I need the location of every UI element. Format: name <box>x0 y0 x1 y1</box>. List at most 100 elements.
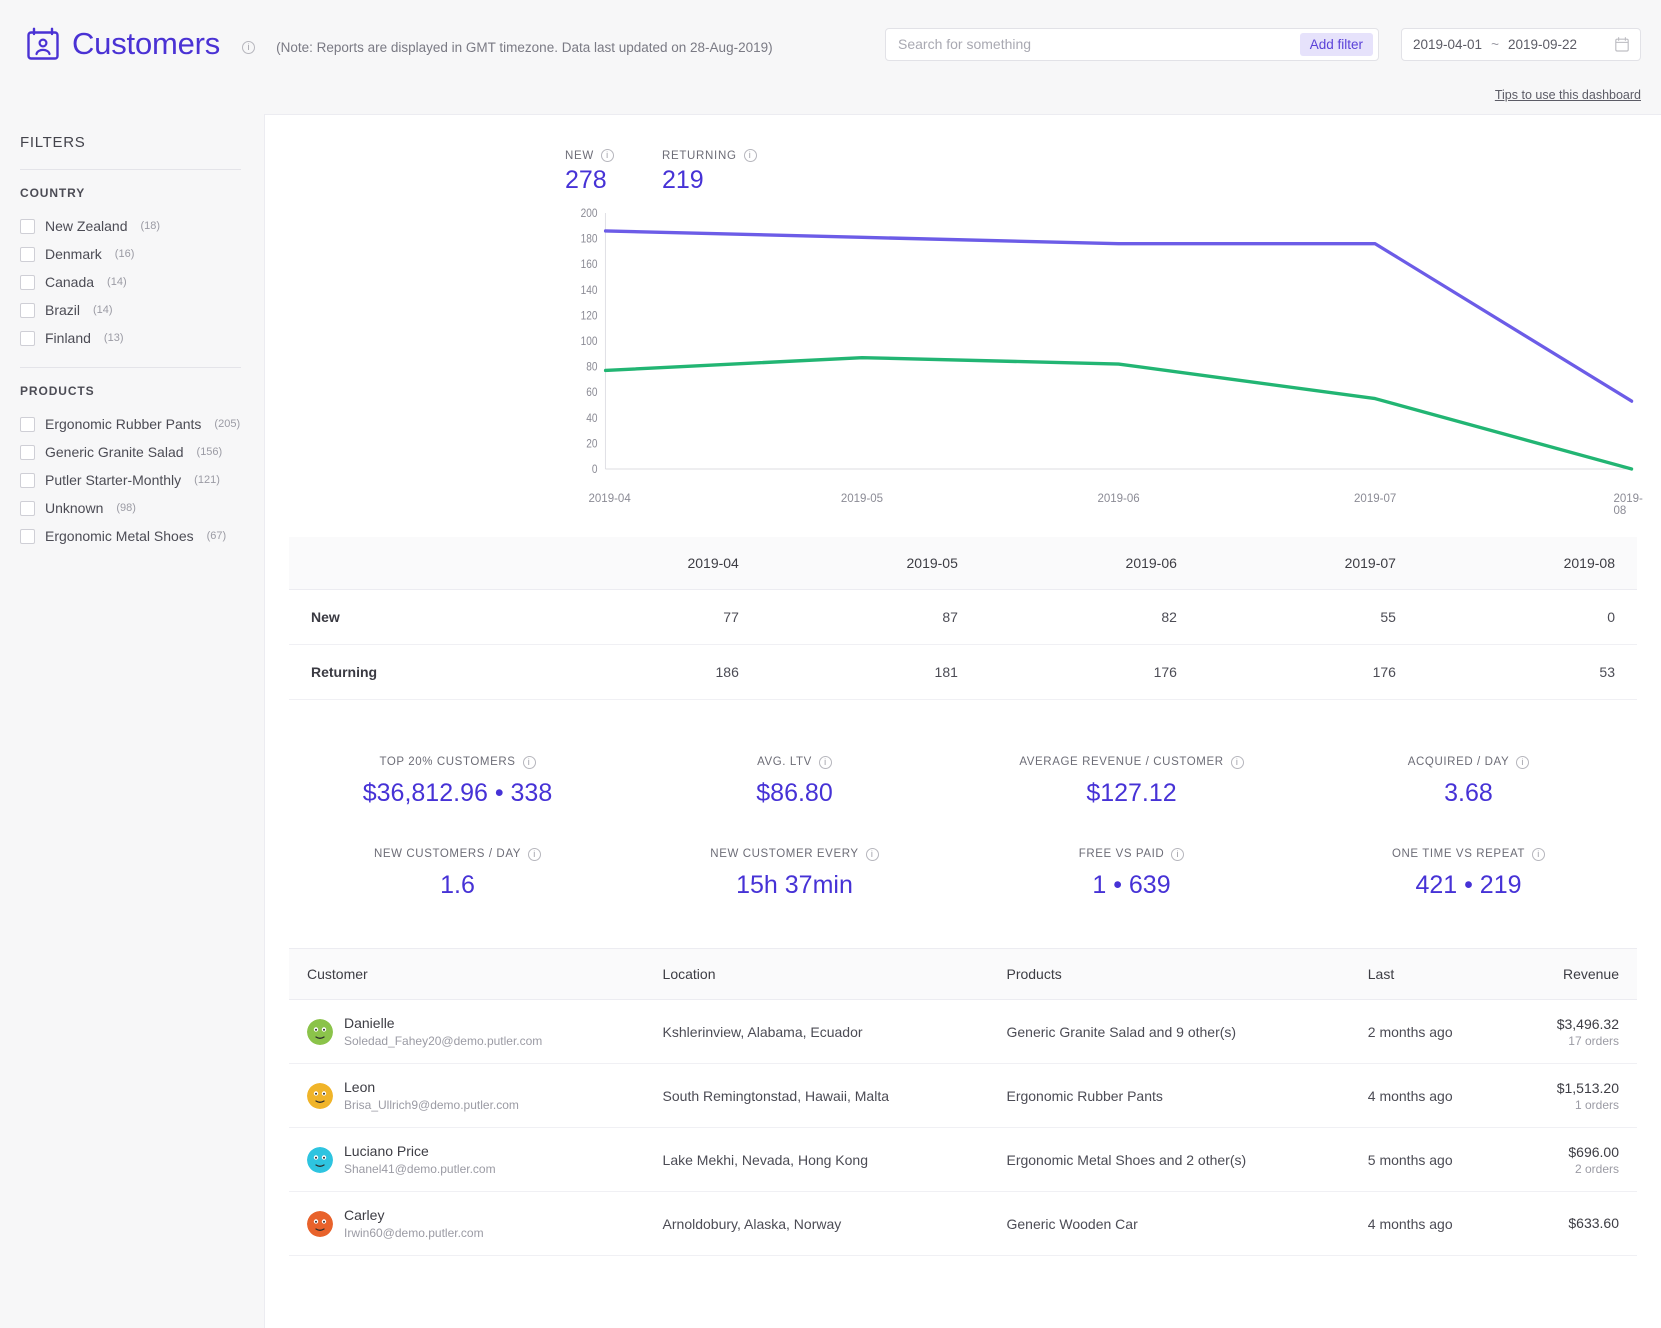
table-row[interactable]: Danielle Soledad_Fahey20@demo.putler.com K… <box>289 999 1637 1065</box>
calendar-icon[interactable] <box>1615 36 1629 52</box>
customer-email: Brisa_Ullrich9@demo.putler.com <box>344 1097 519 1112</box>
customers-col-header[interactable]: Last <box>1349 948 1509 1000</box>
info-icon[interactable]: i <box>528 847 542 861</box>
facet-item-count: (16) <box>114 248 135 260</box>
info-icon[interactable]: i <box>600 149 614 162</box>
facet-item-label: Generic Granite Salad <box>45 444 184 460</box>
facet-title: COUNTRY <box>20 186 86 200</box>
kpi-returning-label-row: RETURNING i <box>662 149 757 162</box>
customer-identity: Danielle Soledad_Fahey20@demo.putler.com <box>307 1014 627 1049</box>
svg-text:100: 100 <box>581 335 598 348</box>
info-icon[interactable]: i <box>1532 847 1546 861</box>
info-icon[interactable]: i <box>522 755 536 769</box>
info-icon[interactable]: i <box>1230 755 1244 769</box>
date-separator: ~ <box>1491 36 1499 52</box>
kpi-grid: TOP 20% CUSTOMERS i $36,812.96 • 338 AVG. L… <box>289 738 1637 922</box>
x-tick-label: 2019-08 <box>1613 493 1643 517</box>
month-cell: 53 <box>1417 644 1637 700</box>
customers-col-header[interactable]: Customer <box>289 948 645 1000</box>
month-cell: 0 <box>1417 589 1637 645</box>
info-icon[interactable]: i <box>865 847 879 861</box>
kpi-card-free-vs-paid: FREE VS PAID i 1 • 639 <box>963 830 1300 922</box>
table-row[interactable]: Luciano Price Shanel41@demo.putler.com Lak… <box>289 1127 1637 1193</box>
kpi-label: FREE VS PAID <box>1078 848 1165 860</box>
checkbox[interactable] <box>20 218 35 234</box>
date-start[interactable]: 2019-04-01 <box>1413 37 1482 52</box>
kpi-label-row: NEW CUSTOMER EVERY i <box>710 847 879 861</box>
customer-text: Leon Brisa_Ullrich9@demo.putler.com <box>344 1078 519 1113</box>
brand: Customers i (Note: Reports are displayed… <box>26 26 773 62</box>
checkbox[interactable] <box>20 528 35 544</box>
add-filter-button[interactable]: Add filter <box>1299 32 1373 56</box>
customer-products: Ergonomic Metal Shoes and 2 other(s) <box>988 1127 1350 1193</box>
facet-item-finland[interactable]: Finland (13) <box>20 324 241 352</box>
info-icon[interactable]: i <box>743 149 757 162</box>
timezone-note: (Note: Reports are displayed in GMT time… <box>276 40 773 55</box>
facet-item-unknown[interactable]: Unknown (98) <box>20 494 241 522</box>
kpi-label-row: ONE TIME VS REPEAT i <box>1392 847 1546 861</box>
facet-item-brazil[interactable]: Brazil (14) <box>20 296 241 324</box>
search-box[interactable]: Add filter <box>885 27 1379 61</box>
customer-text: Luciano Price Shanel41@demo.putler.com <box>344 1142 496 1177</box>
info-icon[interactable]: i <box>242 40 256 54</box>
info-icon[interactable]: i <box>818 755 832 769</box>
line-chart[interactable]: 0 20 40 60 80 100 120 140 160 180 200 <box>565 203 1637 493</box>
svg-text:160: 160 <box>581 259 598 272</box>
svg-text:200: 200 <box>581 207 598 220</box>
kpi-label-row: FREE VS PAID i <box>1078 847 1185 861</box>
date-range-picker[interactable]: 2019-04-01 ~ 2019-09-22 <box>1401 27 1641 61</box>
customers-col-header[interactable]: Products <box>988 948 1350 1000</box>
svg-text:180: 180 <box>581 233 598 246</box>
customers-col-header[interactable]: Location <box>644 948 989 1000</box>
kpi-value: 1.6 <box>440 871 475 899</box>
facet-item-count: (98) <box>116 502 136 514</box>
kpi-label: ACQUIRED / DAY <box>1407 756 1510 768</box>
page-body: FILTERS COUNTRY New Zealand (18) Denmark (16… <box>0 114 1661 1328</box>
checkbox[interactable] <box>20 330 35 346</box>
kpi-returning-value: 219 <box>661 166 704 194</box>
info-icon[interactable]: i <box>1516 755 1530 769</box>
checkbox[interactable] <box>20 416 35 432</box>
x-tick-label: 2019-06 <box>1097 493 1140 505</box>
facet-item-new-zealand[interactable]: New Zealand (18) <box>20 212 241 240</box>
checkbox[interactable] <box>20 500 35 516</box>
facet-item-generic-granite-salad[interactable]: Generic Granite Salad (156) <box>20 438 241 466</box>
checkbox[interactable] <box>20 246 35 262</box>
date-end[interactable]: 2019-09-22 <box>1508 37 1577 52</box>
kpi-value: 3.68 <box>1444 779 1493 807</box>
kpi-label: NEW CUSTOMERS / DAY <box>373 848 522 860</box>
customers-table-body: Danielle Soledad_Fahey20@demo.putler.com K… <box>289 999 1637 1257</box>
checkbox[interactable] <box>20 274 35 290</box>
facet-item-label: Ergonomic Metal Shoes <box>45 528 194 544</box>
facet-item-label: Finland <box>45 330 91 346</box>
facet-item-ergonomic-rubber-pants[interactable]: Ergonomic Rubber Pants (205) <box>20 410 241 438</box>
facet-item-label: Unknown <box>45 500 104 516</box>
kpi-new: NEW i 278 <box>565 149 614 195</box>
month-col-header: 2019-05 <box>760 537 980 590</box>
kpi-returning: RETURNING i 219 <box>662 149 757 195</box>
checkbox[interactable] <box>20 302 35 318</box>
chart-summary: NEW i 278 RETURNING i 219 <box>265 115 1661 195</box>
info-icon[interactable]: i <box>1171 847 1185 861</box>
kpi-card-avg-ltv: AVG. LTV i $86.80 <box>626 738 963 830</box>
customers-col-header[interactable]: Revenue <box>1508 948 1637 1000</box>
search-input[interactable] <box>898 36 1300 52</box>
facet-item-canada[interactable]: Canada (14) <box>20 268 241 296</box>
tips-link[interactable]: Tips to use this dashboard <box>1495 88 1641 114</box>
svg-text:40: 40 <box>586 412 597 425</box>
facet-item-putler-starter-monthly[interactable]: Putler Starter-Monthly (121) <box>20 466 241 494</box>
customer-revenue-cell: $1,513.20 1 orders <box>1508 1063 1637 1129</box>
kpi-label-row: AVG. LTV i <box>757 755 832 769</box>
kpi-new-value: 278 <box>565 166 607 194</box>
customer-location: Arnoldobury, Alaska, Norway <box>644 1191 989 1257</box>
checkbox[interactable] <box>20 444 35 460</box>
table-row[interactable]: Carley Irwin60@demo.putler.com Arnoldobury… <box>289 1191 1637 1257</box>
customer-name: Luciano Price <box>344 1143 429 1160</box>
facet-list: COUNTRY New Zealand (18) Denmark (16) Canada (… <box>20 170 241 550</box>
facet-item-denmark[interactable]: Denmark (16) <box>20 240 241 268</box>
table-row[interactable]: Leon Brisa_Ullrich9@demo.putler.com South … <box>289 1063 1637 1129</box>
checkbox[interactable] <box>20 472 35 488</box>
facet-item-ergonomic-metal-shoes[interactable]: Ergonomic Metal Shoes (67) <box>20 522 241 550</box>
customer-products: Generic Granite Salad and 9 other(s) <box>988 999 1350 1065</box>
customer-identity: Leon Brisa_Ullrich9@demo.putler.com <box>307 1078 627 1113</box>
